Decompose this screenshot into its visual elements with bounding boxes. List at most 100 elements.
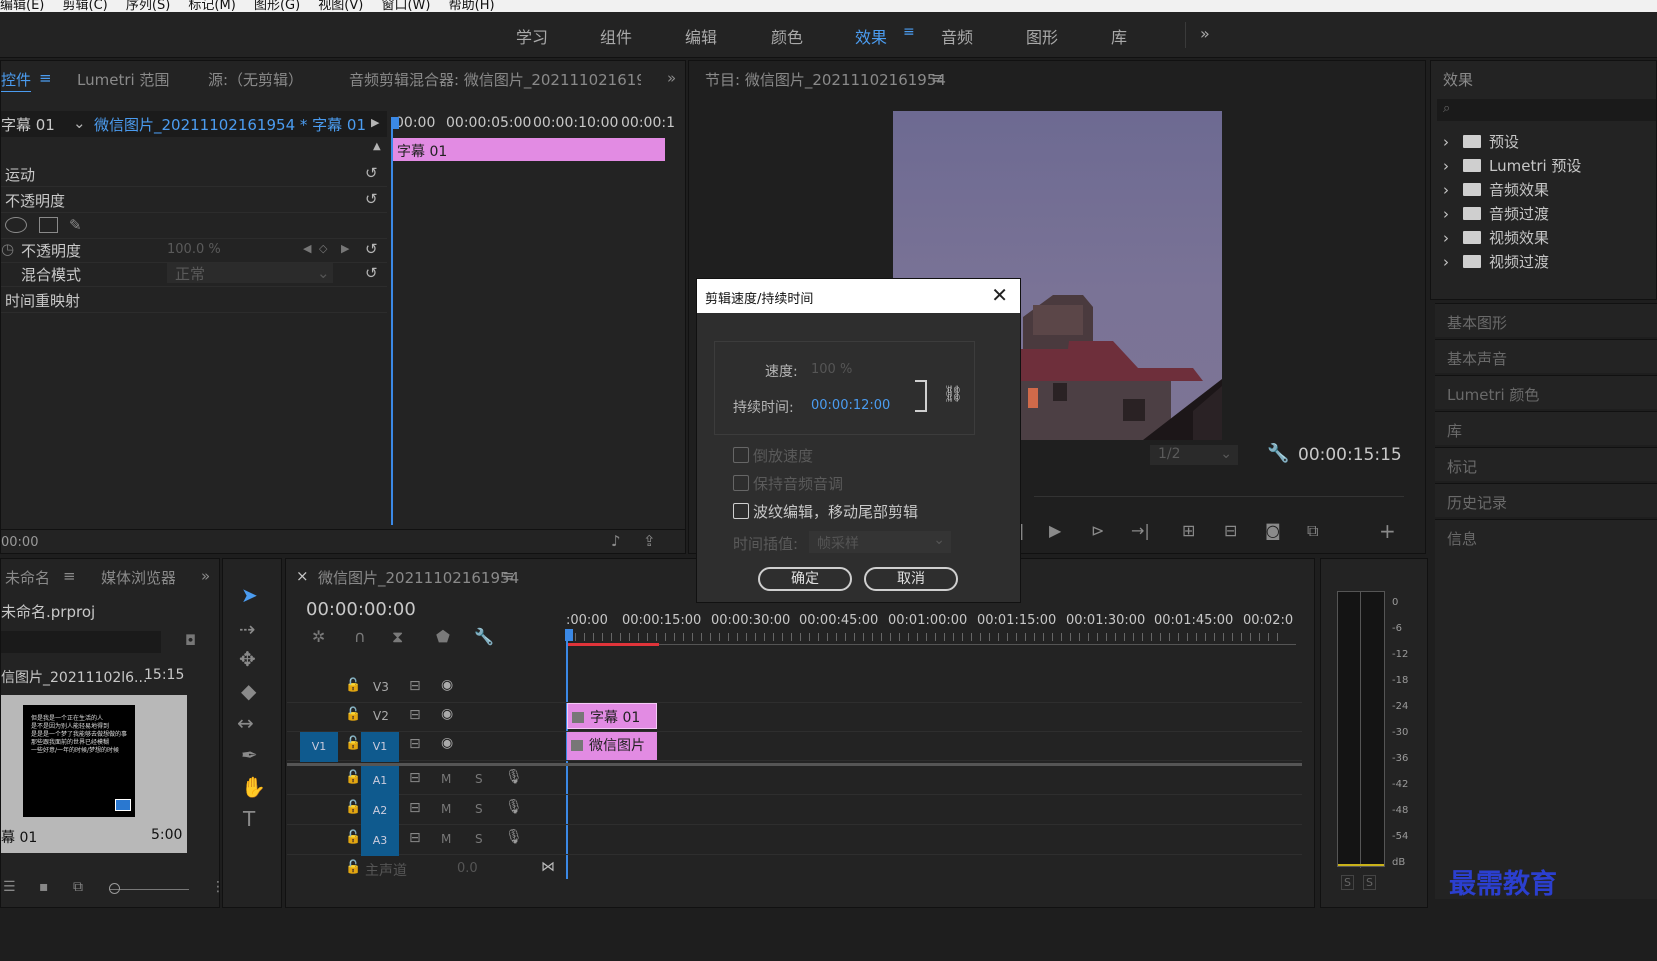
time-interpolation-select[interactable]: 帧采样 ⌄ (809, 531, 951, 553)
lock-icon[interactable]: 🔓 (345, 736, 361, 751)
reset-icon[interactable]: ↺ (365, 264, 378, 282)
tree-item-presets[interactable]: › 预设 (1443, 131, 1519, 155)
workspace-tab-learn[interactable]: 学习 (516, 24, 548, 48)
menu-sequence[interactable]: 序列(S) (126, 0, 170, 12)
panel-lumetri-color[interactable]: Lumetri 颜色 (1435, 375, 1657, 409)
effects-title[interactable]: 效果 (1443, 69, 1473, 90)
microphone-icon[interactable]: 🎙 (505, 799, 523, 815)
sync-lock-icon[interactable]: ⊟ (409, 800, 421, 816)
track-target-v1[interactable]: V1 (361, 732, 399, 762)
mini-timeline-ruler[interactable]: 00:00 00:00:05:00 00:00:10:00 00:00:1 (391, 111, 685, 137)
panel-info[interactable]: 信息 (1435, 519, 1657, 899)
track-v2[interactable]: 🔓 V2 ⊟ ◉ 字幕 01 (287, 703, 1302, 732)
panel-libraries[interactable]: 库 (1435, 411, 1657, 445)
ellipse-mask-icon[interactable] (5, 217, 27, 233)
duration-value[interactable]: 00:00:12:00 (811, 398, 890, 413)
workspace-tab-editing[interactable]: 编辑 (685, 24, 717, 48)
tree-item-video-transitions[interactable]: › 视频过渡 (1443, 251, 1549, 275)
clip-selector[interactable]: 字幕 01 ⌄ 微信图片_20211102161954 * 字幕 01 ▶ (1, 111, 387, 137)
menu-help[interactable]: 帮助(H) (449, 0, 495, 12)
workspace-tab-assembly[interactable]: 组件 (600, 24, 632, 48)
maintain-pitch-checkbox[interactable] (733, 475, 749, 491)
razor-tool-icon[interactable]: ◆ (241, 679, 256, 703)
export-frame-icon[interactable]: ⇪ (643, 532, 656, 550)
tab-project[interactable]: 未命名 (5, 567, 50, 588)
panel-essential-sound[interactable]: 基本声音 (1435, 339, 1657, 373)
freeform-view-icon[interactable]: ⧉ (73, 879, 83, 895)
ripple-edit-checkbox[interactable] (733, 503, 749, 519)
camera-icon[interactable]: ◙ (1265, 521, 1281, 540)
cancel-button[interactable]: 取消 (864, 567, 958, 591)
track-a1[interactable]: 🔓 A1 ⊟ M S 🎙 (287, 766, 1302, 796)
program-scrubber[interactable] (1034, 481, 1404, 497)
next-keyframe-icon[interactable]: ▶ (341, 242, 349, 255)
track-target-a2[interactable]: A2 (361, 796, 399, 826)
mini-timeline-clip[interactable]: 字幕 01 (393, 138, 665, 161)
sync-lock-icon[interactable]: ⊟ (409, 707, 421, 723)
linked-selection-icon[interactable]: ⧗ (392, 627, 403, 647)
tab-source[interactable]: 源:（无剪辑） (208, 69, 303, 90)
source-patch-v1[interactable]: V1 (300, 732, 338, 762)
property-time-remap[interactable]: 时间重映射 (1, 287, 387, 313)
add-button-icon[interactable]: + (1379, 519, 1396, 543)
rectangle-mask-icon[interactable] (39, 217, 58, 233)
eye-icon[interactable]: ◉ (441, 677, 453, 693)
solo-button[interactable]: S (475, 802, 483, 816)
type-tool-icon[interactable]: T (243, 807, 255, 831)
step-forward-icon[interactable]: ⊳ (1091, 521, 1104, 540)
project-item-thumbnail[interactable]: 但是我是一个正在生活的人 是不是因为别人能轻易地得到 是是是一个梦了我能够去做想… (1, 695, 187, 853)
prev-keyframe-icon[interactable]: ◀ (303, 242, 311, 255)
pen-tool-icon[interactable]: ✒ (241, 743, 258, 767)
scroll-up-icon[interactable]: ▲ (373, 141, 381, 152)
property-motion[interactable]: 运动 ↺ (1, 161, 387, 187)
sync-lock-icon[interactable]: ⊟ (409, 736, 421, 752)
solo-button[interactable]: S (475, 832, 483, 846)
tree-item-audio-effects[interactable]: › 音频效果 (1443, 179, 1549, 203)
project-search-input[interactable] (1, 631, 161, 653)
tab-effect-controls[interactable]: 控件 (1, 69, 31, 90)
menu-view[interactable]: 视图(V) (318, 0, 363, 12)
lock-icon[interactable]: 🔓 (345, 860, 361, 875)
track-target-a1[interactable]: A1 (361, 766, 399, 796)
ripple-edit-tool-icon[interactable]: ✥ (239, 647, 256, 671)
icon-view-icon[interactable]: ▪ (39, 879, 49, 895)
effects-search-input[interactable]: ⌕ (1437, 99, 1656, 121)
playhead-line[interactable] (391, 125, 393, 525)
more-icon[interactable]: ⋮ (211, 879, 219, 895)
mute-button[interactable]: M (441, 802, 451, 816)
panel-essential-graphics[interactable]: 基本图形 (1435, 303, 1657, 337)
reset-icon[interactable]: ↺ (365, 164, 378, 182)
opacity-value[interactable]: 100.0 % (167, 242, 221, 257)
zoom-slider-handle[interactable] (109, 883, 120, 894)
tab-media-browser[interactable]: 媒体浏览器 (101, 567, 175, 588)
lift-icon[interactable]: ⊞ (1182, 521, 1195, 540)
tab-lumetri-scopes[interactable]: Lumetri 范围 (77, 69, 169, 90)
zoom-select[interactable]: 1/2 ⌄ (1150, 445, 1238, 465)
lock-icon[interactable]: 🔓 (345, 770, 361, 785)
tab-menu-icon[interactable]: ≡ (39, 69, 52, 87)
track-master[interactable]: 🔓 主声道 0.0 ⋈ (287, 856, 1302, 885)
new-bin-icon[interactable]: ◘ (185, 633, 196, 649)
lock-icon[interactable]: 🔓 (345, 830, 361, 845)
work-area-bar[interactable] (567, 643, 659, 646)
panel-markers[interactable]: 标记 (1435, 447, 1657, 481)
panel-overflow-icon[interactable]: » (667, 69, 676, 87)
track-target-a3[interactable]: A3 (361, 826, 399, 856)
audio-playback-icon[interactable]: ♪ (611, 532, 621, 550)
tree-item-lumetri-presets[interactable]: › Lumetri 预设 (1443, 155, 1581, 179)
close-icon[interactable]: ✕ (991, 283, 1008, 307)
solo-right-button[interactable]: S (1363, 875, 1376, 890)
sync-lock-icon[interactable]: ⊟ (409, 678, 421, 694)
menu-markers[interactable]: 标记(M) (188, 0, 235, 12)
track-a3[interactable]: 🔓 A3 ⊟ M S 🎙 (287, 826, 1302, 856)
panel-overflow-icon[interactable]: » (201, 567, 210, 585)
master-volume-value[interactable]: 0.0 (457, 861, 478, 876)
close-tab-icon[interactable]: × (296, 567, 309, 585)
lock-icon[interactable]: 🔓 (345, 678, 361, 693)
reverse-speed-checkbox[interactable] (733, 447, 749, 463)
comparison-view-icon[interactable]: ⧉ (1307, 521, 1318, 541)
panel-menu-icon[interactable]: ≡ (931, 69, 944, 87)
mute-button[interactable]: M (441, 832, 451, 846)
play-icon[interactable]: ▶ (1049, 521, 1061, 540)
pen-mask-icon[interactable]: ✎ (69, 216, 82, 234)
